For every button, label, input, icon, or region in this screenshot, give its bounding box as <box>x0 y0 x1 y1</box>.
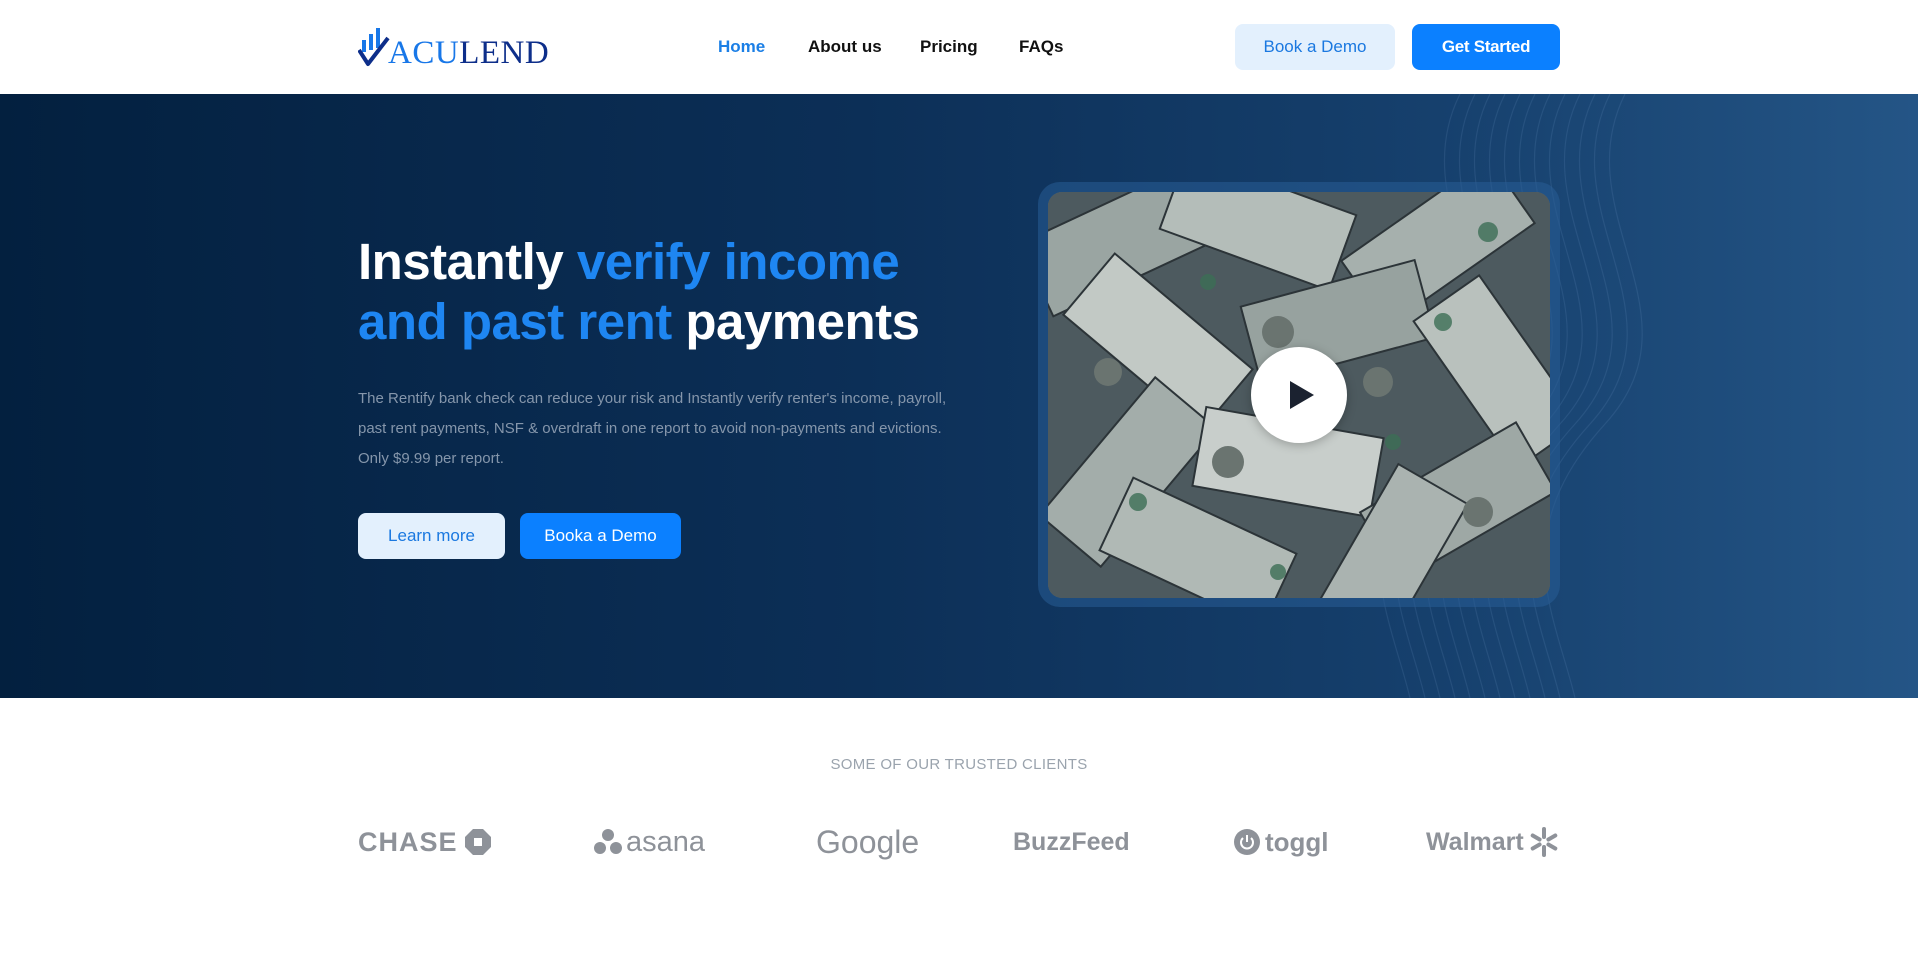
chase-wordmark: CHASE <box>358 826 458 857</box>
walmart-wordmark: Walmart <box>1426 827 1524 856</box>
aculend-logo[interactable]: ACULEND <box>358 26 549 70</box>
toggl-logo: toggl <box>1234 820 1329 864</box>
logo-wordmark: ACULEND <box>388 36 549 70</box>
toggl-wordmark: toggl <box>1265 826 1329 857</box>
google-logo: Google <box>816 820 919 864</box>
asana-dots-icon <box>594 829 622 854</box>
logo-text-part2: LEND <box>459 35 550 71</box>
clients-section-title: SOME OF OUR TRUSTED CLIENTS <box>830 756 1088 773</box>
asana-wordmark: asana <box>626 825 706 858</box>
site-header: ACULEND Home About us Pricing FAQs Book … <box>0 0 1918 94</box>
nav-pricing[interactable]: Pricing <box>920 36 978 58</box>
nav-faqs[interactable]: FAQs <box>1019 36 1063 58</box>
toggl-power-icon <box>1234 829 1260 855</box>
hero-headline: Instantly verify income and past rent pa… <box>358 232 958 352</box>
client-logos: CHASE asana Google BuzzFeed toggl Walmar… <box>358 820 1560 868</box>
chase-logo: CHASE <box>358 820 492 864</box>
play-button[interactable] <box>1251 347 1347 443</box>
hero-description: The Rentify bank check can reduce your r… <box>358 390 947 467</box>
headline-part1: Instantly <box>358 233 577 290</box>
walmart-logo: Walmart <box>1426 820 1560 864</box>
walmart-spark-icon <box>1530 827 1558 857</box>
buzzfeed-wordmark: BuzzFeed <box>1013 827 1130 856</box>
asana-logo: asana <box>594 820 705 864</box>
nav-about-us[interactable]: About us <box>808 36 882 58</box>
google-wordmark: Google <box>816 823 920 860</box>
logo-text-part1: ACU <box>388 35 460 71</box>
headline-part2: payments <box>671 293 920 350</box>
book-demo-button[interactable]: Book a Demo <box>1235 24 1395 70</box>
play-icon <box>1290 381 1314 409</box>
chase-octagon-icon <box>464 829 491 855</box>
learn-more-button[interactable]: Learn more <box>358 513 505 559</box>
nav-home[interactable]: Home <box>718 36 765 58</box>
buzzfeed-logo: BuzzFeed <box>1013 820 1130 864</box>
book-a-demo-button[interactable]: Booka a Demo <box>520 513 681 559</box>
get-started-button[interactable]: Get Started <box>1412 24 1560 70</box>
hero-section: Instantly verify income and past rent pa… <box>0 94 1918 698</box>
